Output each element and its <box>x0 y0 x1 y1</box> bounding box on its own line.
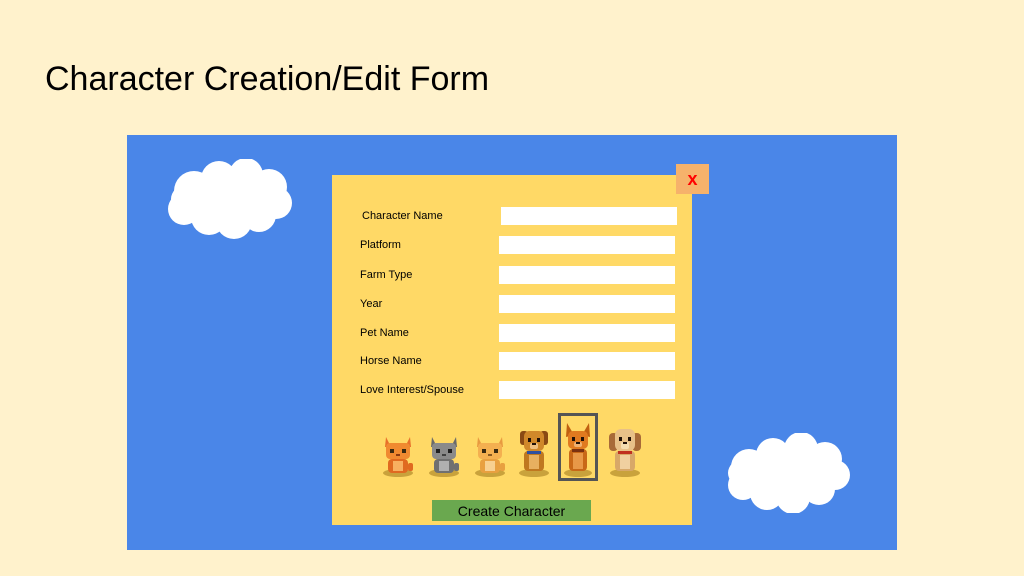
form-row-character-name: Character Name <box>332 207 692 227</box>
page-title: Character Creation/Edit Form <box>45 60 490 98</box>
form-row-platform: Platform <box>332 236 692 256</box>
form-row-horse-name: Horse Name <box>332 352 692 372</box>
platform-label: Platform <box>360 239 401 251</box>
brown-dog-icon[interactable] <box>516 425 552 477</box>
pet-name-input[interactable] <box>499 324 675 342</box>
farm-type-label: Farm Type <box>360 269 413 281</box>
pet-name-label: Pet Name <box>360 327 409 339</box>
platform-input[interactable] <box>499 236 675 254</box>
year-input[interactable] <box>499 295 675 313</box>
character-name-input[interactable] <box>501 207 677 225</box>
tan-dog-icon[interactable] <box>606 425 644 477</box>
love-interest-input[interactable] <box>499 381 675 399</box>
gray-cat-icon[interactable] <box>426 433 462 477</box>
create-character-button[interactable]: Create Character <box>432 500 591 521</box>
yellow-cat-icon[interactable] <box>472 433 508 477</box>
sky-background: Character Name Platform Farm Type Year P… <box>127 135 897 550</box>
pet-selector <box>380 413 650 481</box>
form-row-pet-name: Pet Name <box>332 324 692 344</box>
form-row-love-interest: Love Interest/Spouse <box>332 381 692 401</box>
orange-cat-icon[interactable] <box>380 433 416 477</box>
character-name-label: Character Name <box>362 210 443 222</box>
cloud-icon <box>728 433 850 513</box>
farm-type-input[interactable] <box>499 266 675 284</box>
love-interest-label: Love Interest/Spouse <box>360 384 464 396</box>
form-row-year: Year <box>332 295 692 315</box>
horse-name-label: Horse Name <box>360 355 422 367</box>
close-button[interactable]: x <box>676 164 709 194</box>
form-row-farm-type: Farm Type <box>332 266 692 286</box>
orange-dog-icon[interactable] <box>560 421 596 477</box>
cloud-icon <box>168 159 292 239</box>
horse-name-input[interactable] <box>499 352 675 370</box>
character-form-dialog: Character Name Platform Farm Type Year P… <box>332 175 692 525</box>
year-label: Year <box>360 298 383 310</box>
